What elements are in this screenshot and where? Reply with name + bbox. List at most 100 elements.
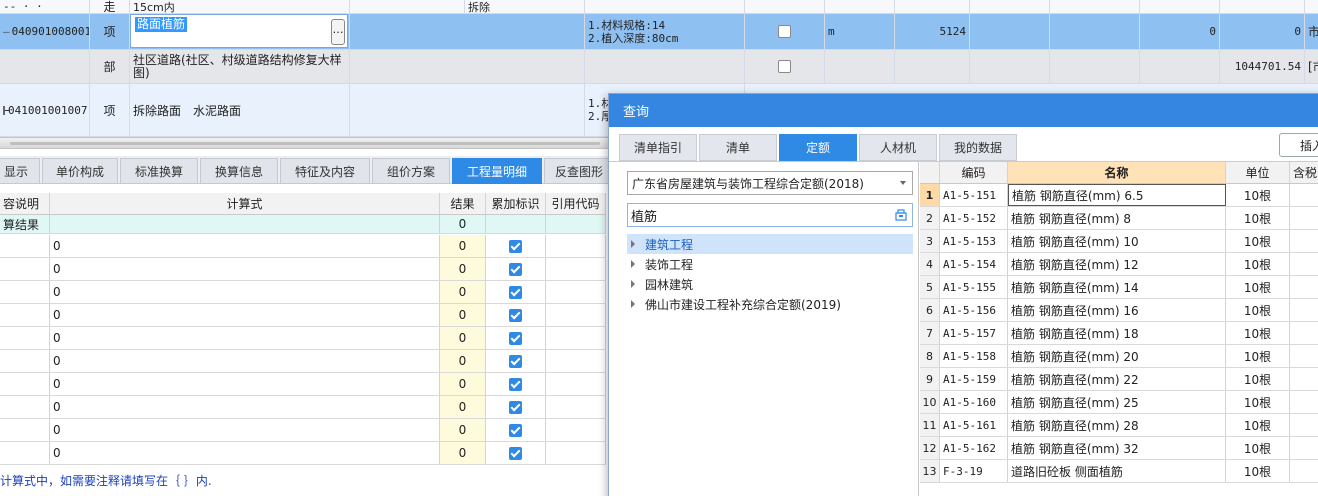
quantity-row[interactable]: 00 (0, 373, 606, 396)
tab-display[interactable]: 显示 (0, 158, 40, 184)
accumulate-checkbox[interactable] (509, 262, 522, 276)
blank-cell (1140, 50, 1220, 83)
app-root: -- · · 走 15cm内 拆除 —040901008001 项 1.材料规格… (0, 0, 1318, 496)
tree-item-label: 佛山市建设工程补充综合定额(2019) (645, 297, 841, 312)
quota-row[interactable]: 4 A1-5-154 植筋 钢筋直径(mm) 12 10根 (920, 253, 1318, 276)
quota-row[interactable]: 13 F-3-19 道路旧砼板 侧面植筋 10根 (920, 460, 1318, 483)
quota-row[interactable]: 7 A1-5-157 植筋 钢筋直径(mm) 18 10根 (920, 322, 1318, 345)
bill-row-partial[interactable]: -- · · 走 15cm内 拆除 (0, 0, 1318, 14)
quota-row[interactable]: 11 A1-5-161 植筋 钢筋直径(mm) 28 10根 (920, 414, 1318, 437)
name-cell: 拆除路面 水泥路面 (130, 84, 350, 136)
formula-cell[interactable]: 0 (50, 304, 440, 326)
quota-row[interactable]: 6 A1-5-156 植筋 钢筋直径(mm) 16 10根 (920, 299, 1318, 322)
accum-cell (486, 304, 546, 326)
accumulate-checkbox[interactable] (509, 285, 522, 299)
tab-my-data[interactable]: 我的数据 (939, 134, 1017, 161)
quota-row[interactable]: 10 A1-5-160 植筋 钢筋直径(mm) 25 10根 (920, 391, 1318, 414)
formula-cell[interactable]: 0 (50, 373, 440, 395)
tab-pricing-plan[interactable]: 组价方案 (372, 158, 450, 184)
quota-code: A1-5-151 (940, 184, 1008, 206)
quota-content (1290, 207, 1318, 229)
formula-cell[interactable]: 0 (50, 258, 440, 280)
ref-cell[interactable] (546, 304, 606, 326)
ellipsis-button[interactable]: … (331, 19, 345, 45)
quantity-row[interactable]: 00 (0, 258, 606, 281)
blank-cell (895, 0, 970, 13)
result-cell: 0 (440, 442, 486, 464)
formula-cell[interactable]: 0 (50, 281, 440, 303)
tab-bill[interactable]: 清单 (699, 134, 777, 161)
quantity-row[interactable]: 00 (0, 396, 606, 419)
search-input[interactable]: 植筋 (627, 203, 913, 227)
quota-unit: 10根 (1226, 345, 1290, 367)
pane-splitter[interactable] (0, 137, 610, 149)
name-edit-text[interactable]: 路面植筋 (135, 17, 188, 32)
insert-button[interactable]: 插入 (1279, 133, 1318, 157)
quantity-row[interactable]: 00 (0, 350, 606, 373)
accumulate-checkbox[interactable] (509, 331, 522, 345)
accumulate-checkbox[interactable] (509, 423, 522, 437)
code-cell: —040901008001 (0, 14, 90, 49)
accumulate-checkbox[interactable] (509, 377, 522, 391)
formula-cell[interactable]: 0 (50, 396, 440, 418)
ref-cell[interactable] (546, 396, 606, 418)
tree-item-garden[interactable]: 园林建筑 (627, 274, 913, 294)
header-formula: 计算式 (50, 193, 440, 214)
tree-item-building[interactable]: 建筑工程 (627, 234, 913, 254)
ref-cell[interactable] (546, 327, 606, 349)
dialog-title-bar[interactable]: 查询 (609, 94, 1318, 127)
quota-row[interactable]: 8 A1-5-158 植筋 钢筋直径(mm) 20 10根 (920, 345, 1318, 368)
tree-item-foshan[interactable]: 佛山市建设工程补充综合定额(2019) (627, 294, 913, 314)
quantity-row[interactable]: 00 (0, 281, 606, 304)
bill-row-section[interactable]: 部 社区道路(社区、村级道路结构修复大样图) 1044701.54 [市 (0, 50, 1318, 84)
quantity-row[interactable]: 00 (0, 442, 606, 465)
ref-cell[interactable] (546, 419, 606, 441)
accumulate-checkbox[interactable] (509, 308, 522, 322)
formula-cell[interactable]: 0 (50, 327, 440, 349)
ref-cell[interactable] (546, 258, 606, 280)
ref-cell[interactable] (546, 442, 606, 464)
tree-item-decoration[interactable]: 装饰工程 (627, 254, 913, 274)
quota-row[interactable]: 1 A1-5-151 植筋 钢筋直径(mm) 6.5 10根 (920, 184, 1318, 207)
formula-cell[interactable]: 0 (50, 350, 440, 372)
row-checkbox[interactable] (778, 60, 791, 73)
tab-standard-conversion[interactable]: 标准换算 (120, 158, 198, 184)
tab-conversion-info[interactable]: 换算信息 (200, 158, 278, 184)
accumulate-checkbox[interactable] (509, 354, 522, 368)
quota-content (1290, 414, 1318, 436)
tab-quantity-detail[interactable]: 工程量明细 (452, 158, 542, 184)
quota-row[interactable]: 12 A1-5-162 植筋 钢筋直径(mm) 32 10根 (920, 437, 1318, 460)
quota-row[interactable]: 5 A1-5-155 植筋 钢筋直径(mm) 14 10根 (920, 276, 1318, 299)
quantity-row[interactable]: 00 (0, 419, 606, 442)
quota-row[interactable]: 9 A1-5-159 植筋 钢筋直径(mm) 22 10根 (920, 368, 1318, 391)
formula-cell[interactable]: 0 (50, 442, 440, 464)
row-checkbox[interactable] (778, 25, 791, 38)
tab-quota[interactable]: 定额 (779, 134, 857, 161)
search-icon[interactable] (895, 209, 907, 221)
quantity-row[interactable]: 00 (0, 327, 606, 350)
tab-labor-material[interactable]: 人材机 (859, 134, 937, 161)
formula-cell[interactable]: 0 (50, 235, 440, 257)
quota-row[interactable]: 2 A1-5-152 植筋 钢筋直径(mm) 8 10根 (920, 207, 1318, 230)
tab-unit-price[interactable]: 单价构成 (42, 158, 118, 184)
accumulate-checkbox[interactable] (509, 446, 522, 460)
ref-cell[interactable] (546, 373, 606, 395)
accumulate-checkbox[interactable] (509, 400, 522, 414)
ref-cell[interactable] (546, 235, 606, 257)
collapse-toggle-icon[interactable] (3, 105, 10, 115)
tab-features[interactable]: 特征及内容 (280, 158, 370, 184)
quota-content (1290, 184, 1318, 206)
accumulate-checkbox[interactable] (509, 239, 522, 253)
ref-cell[interactable] (546, 350, 606, 372)
value-cell: 1044701.54 (1220, 50, 1305, 83)
tab-reverse-lookup[interactable]: 反查图形 (544, 158, 614, 184)
name-edit-box[interactable]: 路面植筋 … (130, 14, 348, 48)
quota-row[interactable]: 3 A1-5-153 植筋 钢筋直径(mm) 10 10根 (920, 230, 1318, 253)
result-row[interactable]: 算结果 0 (0, 215, 606, 234)
formula-cell[interactable]: 0 (50, 419, 440, 441)
ref-cell[interactable] (546, 281, 606, 303)
quantity-row[interactable]: 00 (0, 304, 606, 327)
quantity-row[interactable]: 00 (0, 235, 606, 258)
library-select[interactable]: 广东省房屋建筑与装饰工程综合定额(2018) (627, 171, 913, 195)
tab-bill-guide[interactable]: 清单指引 (619, 134, 697, 161)
